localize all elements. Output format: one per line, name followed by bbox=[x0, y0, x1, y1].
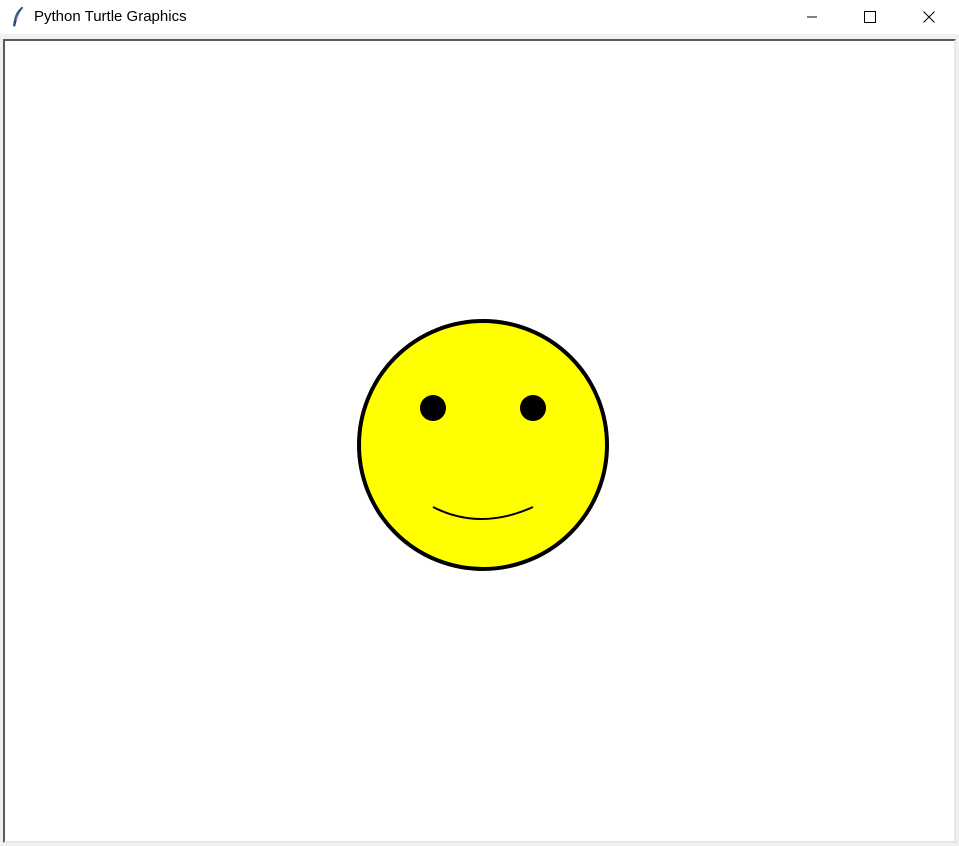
minimize-icon bbox=[806, 11, 818, 23]
maximize-icon bbox=[864, 11, 876, 23]
turtle-window: Python Turtle Graphics bbox=[0, 0, 959, 846]
minimize-button[interactable] bbox=[783, 0, 841, 34]
feather-icon bbox=[10, 6, 26, 28]
maximize-button[interactable] bbox=[841, 0, 899, 34]
turtle-canvas[interactable] bbox=[5, 41, 954, 841]
turtle-canvas-frame bbox=[3, 39, 956, 843]
close-icon bbox=[923, 11, 935, 23]
window-title: Python Turtle Graphics bbox=[34, 8, 187, 25]
close-button[interactable] bbox=[900, 0, 958, 34]
smiley-left-eye bbox=[420, 395, 446, 421]
title-bar[interactable]: Python Turtle Graphics bbox=[0, 0, 959, 34]
smiley-drawing bbox=[357, 319, 609, 571]
smiley-right-eye bbox=[520, 395, 546, 421]
smiley-face bbox=[357, 319, 609, 571]
